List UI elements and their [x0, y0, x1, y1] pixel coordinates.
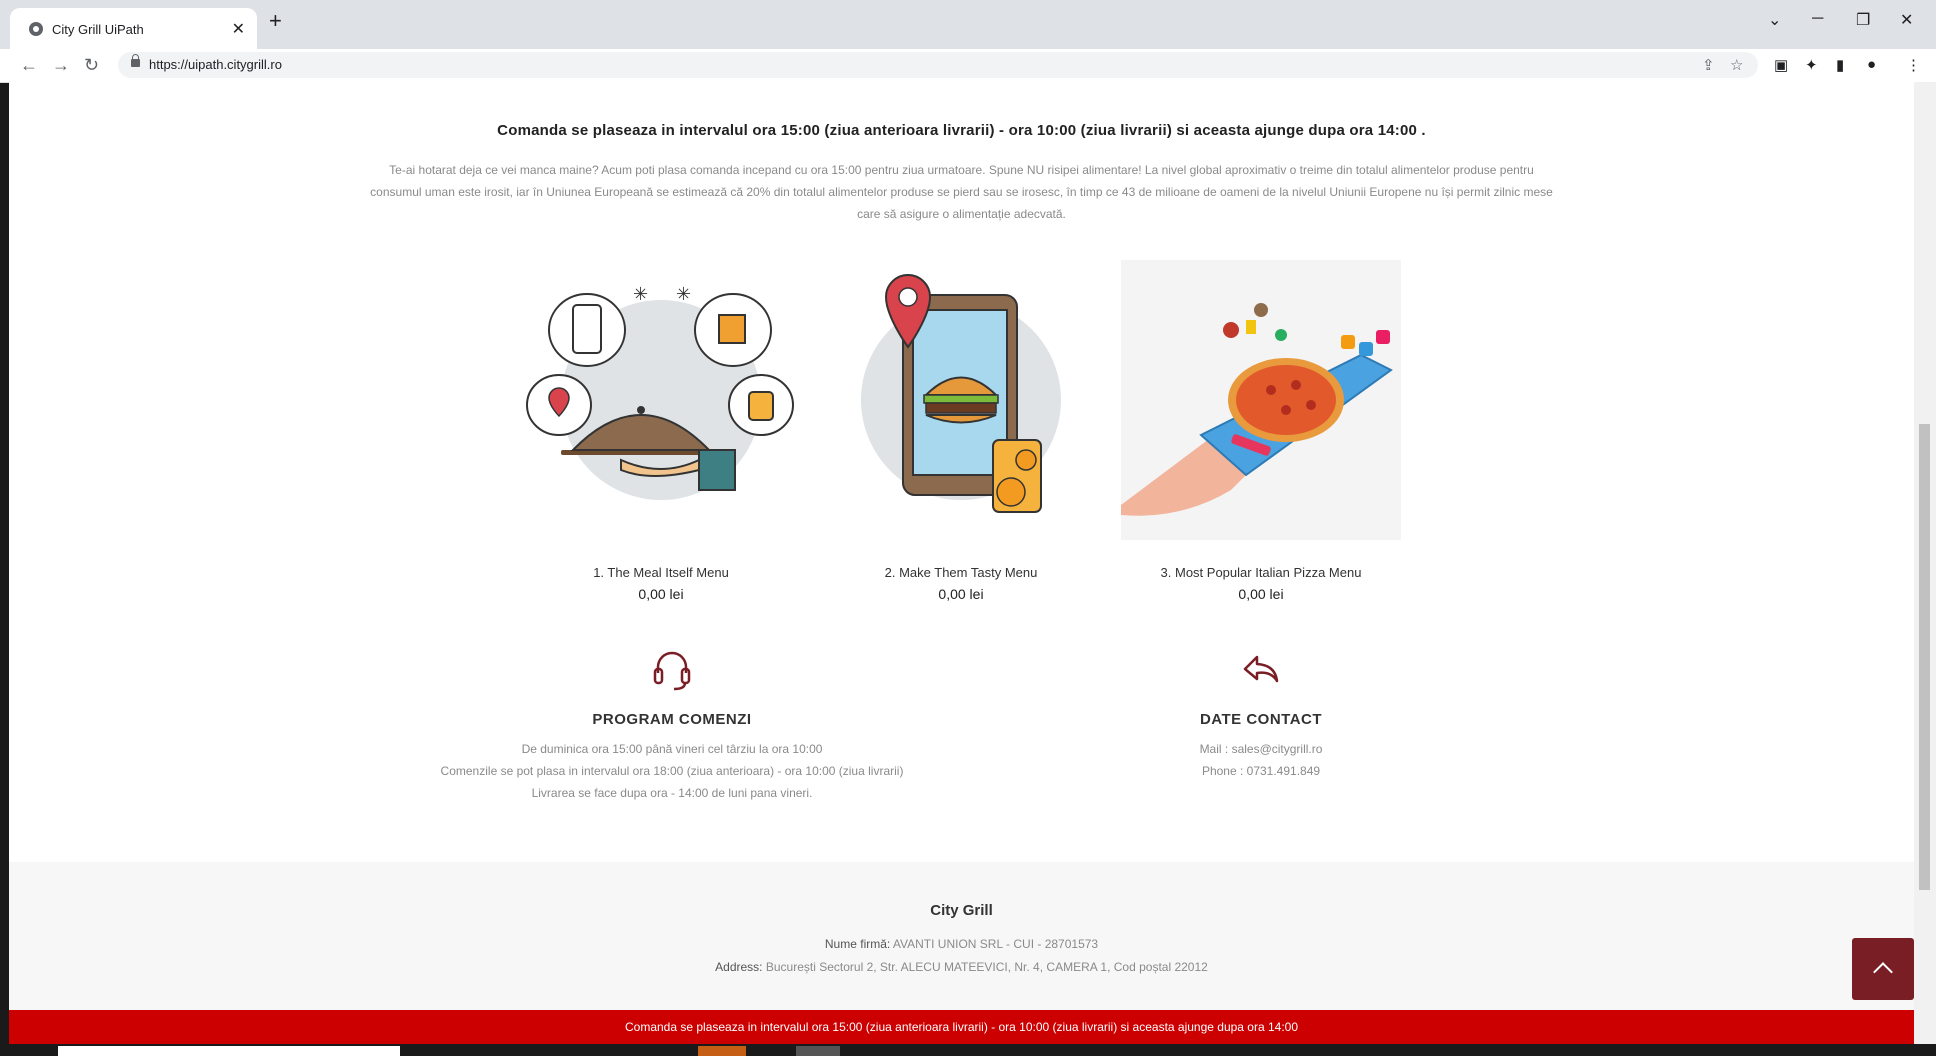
forward-arrow-icon[interactable]: →	[52, 55, 70, 76]
tab-title: City Grill UiPath	[52, 22, 144, 37]
bookmark-star-icon[interactable]: ☆	[1730, 56, 1743, 74]
company-info: Nume firmă: AVANTI UNION SRL - CUI - 287…	[9, 937, 1914, 951]
address-info: Address: București Sectorul 2, Str. ALEC…	[9, 960, 1914, 974]
taskbar-item[interactable]	[58, 1046, 400, 1056]
page-scrollbar[interactable]	[1914, 82, 1936, 1056]
order-window-headline: Comanda se plaseaza in intervalul ora 15…	[497, 122, 1426, 139]
footer-title: City Grill	[930, 902, 993, 919]
menu-kebab-icon[interactable]: ⋮	[1906, 56, 1921, 74]
share-icon[interactable]: ⇪	[1702, 56, 1715, 74]
menu-card-3[interactable]: 3. Most Popular Italian Pizza Menu 0,00 …	[1121, 260, 1401, 610]
menu-title[interactable]: 3. Most Popular Italian Pizza Menu	[1121, 565, 1401, 580]
intro-paragraph: Te-ai hotarat deja ce vei manca maine? A…	[370, 163, 1553, 221]
taskbar-item[interactable]	[796, 1046, 840, 1056]
contact-phone[interactable]: Phone : 0731.491.849	[981, 760, 1541, 782]
contact-mail[interactable]: Mail : sales@citygrill.ro	[981, 738, 1541, 760]
tab-search-icon[interactable]: ⌄	[1768, 10, 1781, 30]
restore-button[interactable]: ❐	[1856, 10, 1870, 30]
date-contact-section: DATE CONTACT Mail : sales@citygrill.ro P…	[981, 647, 1541, 782]
browser-tab[interactable]: City Grill UiPath ✕	[10, 8, 257, 49]
puzzle-icon[interactable]: ✦	[1805, 56, 1818, 74]
reply-arrow-icon	[1243, 655, 1279, 683]
profile-avatar-icon[interactable]: ●	[1867, 56, 1876, 73]
page-content: Comanda se plaseaza in intervalul ora 15…	[9, 82, 1914, 1010]
url-text: https://uipath.citygrill.ro	[149, 57, 282, 72]
program-title: PROGRAM COMENZI	[592, 711, 752, 728]
menu-card-1[interactable]: ✳ ✳ 1. The Meal Itself Menu 0,00 lei	[521, 260, 801, 610]
announcement-banner: Comanda se plaseaza in intervalul ora 15…	[9, 1010, 1914, 1044]
svg-text:✳: ✳	[676, 284, 691, 305]
program-line: Livrarea se face dupa ora - 14:00 de lun…	[531, 786, 813, 800]
lock-icon	[131, 54, 140, 67]
menu-title[interactable]: 2. Make Them Tasty Menu	[821, 565, 1101, 580]
svg-text:✳: ✳	[633, 284, 648, 305]
menu-price: 0,00 lei	[1238, 586, 1284, 602]
back-to-top-button[interactable]	[1852, 938, 1914, 1000]
reload-icon[interactable]: ↻	[84, 55, 99, 76]
tab-close-button[interactable]: ✕	[232, 19, 245, 39]
browser-tab-strip: City Grill UiPath ✕ + ⌄ ─ ❐ ✕	[0, 0, 1936, 49]
menu-price: 0,00 lei	[938, 586, 984, 602]
globe-icon	[29, 22, 43, 36]
pizza-phone-illustration	[1121, 260, 1401, 540]
minimize-button[interactable]: ─	[1812, 10, 1823, 28]
close-window-button[interactable]: ✕	[1900, 10, 1913, 30]
address-value: București Sectorul 2, Str. ALECU MATEEVI…	[765, 960, 1208, 974]
side-panel-icon[interactable]: ▮	[1836, 56, 1844, 74]
menu-title[interactable]: 1. The Meal Itself Menu	[521, 565, 801, 580]
extension-icon[interactable]: ▣	[1774, 56, 1788, 74]
address-label: Address:	[715, 960, 763, 974]
headset-icon	[653, 651, 691, 691]
meal-illustration: ✳ ✳	[526, 284, 794, 500]
site-footer: City Grill Nume firmă: AVANTI UNION SRL …	[9, 862, 1914, 1010]
program-comenzi-section: PROGRAM COMENZI De duminica ora 15:00 pâ…	[392, 647, 952, 804]
company-value: AVANTI UNION SRL - CUI - 28701573	[892, 937, 1099, 951]
company-label: Nume firmă:	[824, 937, 891, 951]
contact-title: DATE CONTACT	[1199, 711, 1323, 728]
browser-toolbar: ← → ↻ https://uipath.citygrill.ro ⇪ ☆ ▣ …	[0, 49, 1936, 83]
program-line: Comenzile se pot plasa in intervalul ora…	[440, 764, 904, 778]
address-bar[interactable]: https://uipath.citygrill.ro ⇪ ☆	[118, 52, 1758, 78]
menu-card-2[interactable]: 2. Make Them Tasty Menu 0,00 lei	[821, 260, 1101, 610]
scrollbar-thumb[interactable]	[1919, 424, 1930, 890]
taskbar-item[interactable]	[698, 1046, 746, 1056]
os-taskbar	[0, 1044, 1936, 1056]
burger-phone-illustration	[861, 273, 1061, 513]
back-arrow-icon[interactable]: ←	[20, 55, 38, 76]
program-line: De duminica ora 15:00 până vineri cel tâ…	[521, 742, 823, 756]
new-tab-button[interactable]: +	[269, 10, 282, 32]
menu-price: 0,00 lei	[638, 586, 684, 602]
